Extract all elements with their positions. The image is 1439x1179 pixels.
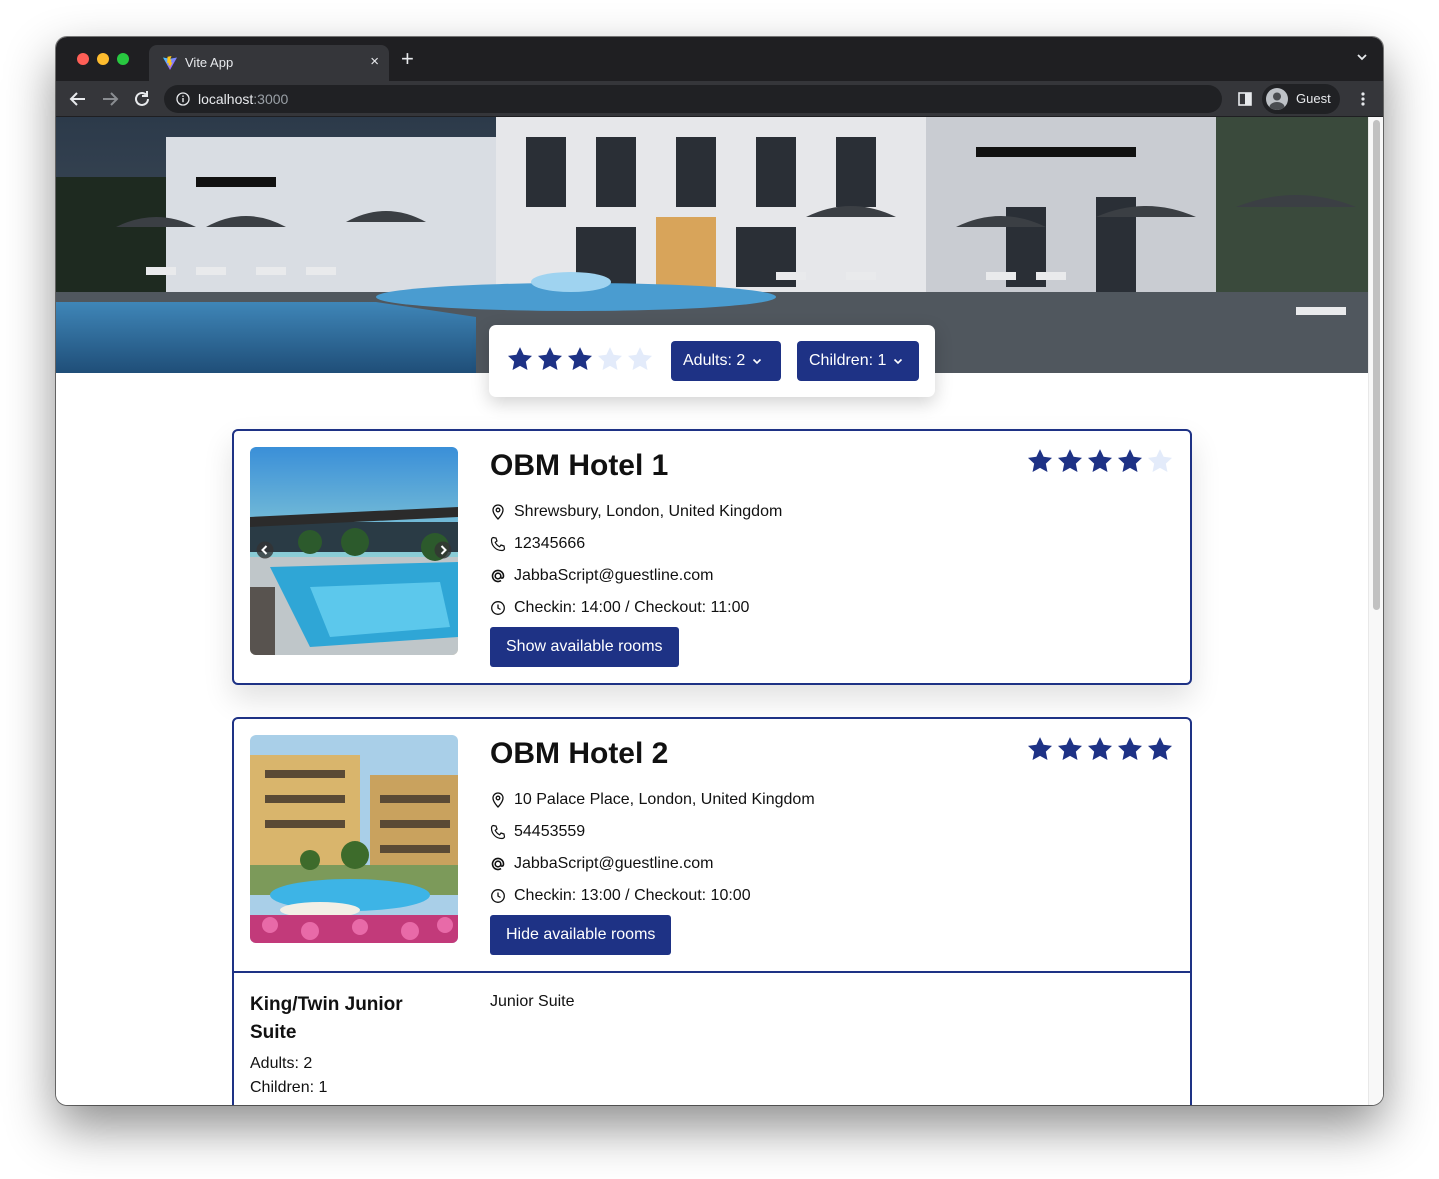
hotel-address-text: 10 Palace Place, London, United Kingdom [514, 791, 815, 808]
adults-dropdown-label: Adults: 2 [683, 352, 746, 369]
room-description: Junior Suite [490, 993, 575, 1010]
children-dropdown-label: Children: 1 [809, 352, 887, 369]
hotel-star-rating [1026, 447, 1174, 475]
tab-close-icon[interactable]: × [370, 54, 379, 70]
star-icon [1056, 735, 1084, 763]
room-name: King/Twin Junior Suite [250, 994, 403, 1043]
page-scrollbar[interactable] [1368, 117, 1383, 1105]
star-icon[interactable] [536, 345, 564, 373]
back-icon[interactable] [67, 88, 89, 110]
minimize-window-button[interactable] [97, 53, 109, 65]
at-icon [491, 857, 505, 871]
menu-icon[interactable] [1355, 91, 1371, 107]
hotel-name: OBM Hotel 1 [490, 449, 669, 482]
avatar-icon [1266, 88, 1288, 110]
hotel-phone: 12345666 [490, 535, 585, 553]
browser-window: Vite App × + localhost:3000 Guest Adults… [56, 37, 1383, 1105]
profile-label: Guest [1296, 91, 1331, 106]
star-icon [1146, 735, 1174, 763]
reload-icon[interactable] [131, 88, 153, 110]
hotel-times: Checkin: 13:00 / Checkout: 10:00 [490, 887, 751, 905]
hotel-email-text: JabbaScript@guestline.com [514, 567, 714, 584]
star-rating-filter[interactable] [506, 345, 654, 373]
hotel-address: 10 Palace Place, London, United Kingdom [490, 791, 815, 809]
hotel-email: JabbaScript@guestline.com [490, 855, 713, 873]
tab-vite-app[interactable]: Vite App × [149, 45, 389, 81]
chevron-left-icon[interactable] [256, 541, 274, 559]
url-text: localhost:3000 [198, 91, 289, 107]
chevron-down-icon [753, 358, 762, 365]
info-icon[interactable] [176, 92, 190, 106]
star-icon[interactable] [506, 345, 534, 373]
new-tab-button[interactable]: + [401, 48, 414, 70]
tab-strip: Vite App × + [56, 37, 1383, 81]
room-adults: Adults: 2 [250, 1055, 313, 1072]
hotel-name: OBM Hotel 2 [490, 737, 669, 770]
hide-rooms-button[interactable]: Hide available rooms [490, 915, 672, 955]
star-icon [1086, 735, 1114, 763]
hotel-email: JabbaScript@guestline.com [490, 567, 713, 585]
hotel-star-rating [1026, 735, 1174, 763]
hotel-phone-text: 12345666 [514, 535, 586, 552]
star-icon [1026, 735, 1054, 763]
star-icon [1146, 447, 1174, 475]
at-icon [491, 569, 505, 583]
hotel-image-carousel [250, 447, 458, 655]
scrollbar-thumb[interactable] [1373, 120, 1380, 610]
star-icon [1116, 447, 1144, 475]
page-viewport: Adults: 2 Children: 1 OBM Hotel 1 Shrews… [56, 117, 1383, 1105]
profile-button[interactable]: Guest [1262, 84, 1340, 114]
star-icon [1026, 447, 1054, 475]
location-icon [492, 792, 504, 808]
forward-icon[interactable] [99, 88, 121, 110]
close-window-button[interactable] [77, 53, 89, 65]
address-bar[interactable]: localhost:3000 [164, 85, 1222, 113]
search-filter-bar: Adults: 2 Children: 1 [489, 325, 935, 397]
hotel-card: OBM Hotel 1 Shrewsbury, London, United K… [232, 429, 1192, 685]
star-icon[interactable] [626, 345, 654, 373]
hotel-phone-text: 54453559 [514, 823, 586, 840]
hotel-address-text: Shrewsbury, London, United Kingdom [514, 503, 783, 520]
chevron-down-icon [894, 358, 903, 365]
hotel-times-text: Checkin: 14:00 / Checkout: 11:00 [514, 599, 750, 616]
adults-dropdown[interactable]: Adults: 2 [671, 341, 781, 381]
hotel-phone: 54453559 [490, 823, 585, 841]
room-children: Children: 1 [250, 1079, 328, 1096]
hotel-times: Checkin: 14:00 / Checkout: 11:00 [490, 599, 749, 617]
rooms-divider [234, 971, 1190, 973]
phone-icon [490, 824, 506, 840]
tab-search-chevron-icon[interactable] [1355, 50, 1369, 64]
hotel-address: Shrewsbury, London, United Kingdom [490, 503, 782, 521]
vite-icon [163, 56, 177, 70]
hotel-card: OBM Hotel 2 10 Palace Place, London, Uni… [232, 717, 1192, 1105]
star-icon [1116, 735, 1144, 763]
star-icon [1086, 447, 1114, 475]
hotel-email-text: JabbaScript@guestline.com [514, 855, 714, 872]
chevron-right-icon[interactable] [434, 541, 452, 559]
location-icon [492, 504, 504, 520]
zoom-window-button[interactable] [117, 53, 129, 65]
hotel-times-text: Checkin: 13:00 / Checkout: 10:00 [514, 887, 751, 904]
clock-icon [491, 601, 505, 615]
phone-icon [490, 536, 506, 552]
star-icon[interactable] [566, 345, 594, 373]
browser-toolbar: localhost:3000 Guest [56, 81, 1383, 117]
star-icon[interactable] [596, 345, 624, 373]
star-icon [1056, 447, 1084, 475]
clock-icon [491, 889, 505, 903]
side-panel-icon[interactable] [1238, 92, 1252, 106]
tab-title: Vite App [185, 55, 234, 70]
hotel-image-carousel [250, 735, 458, 943]
children-dropdown[interactable]: Children: 1 [797, 341, 919, 381]
show-rooms-button[interactable]: Show available rooms [490, 627, 679, 667]
